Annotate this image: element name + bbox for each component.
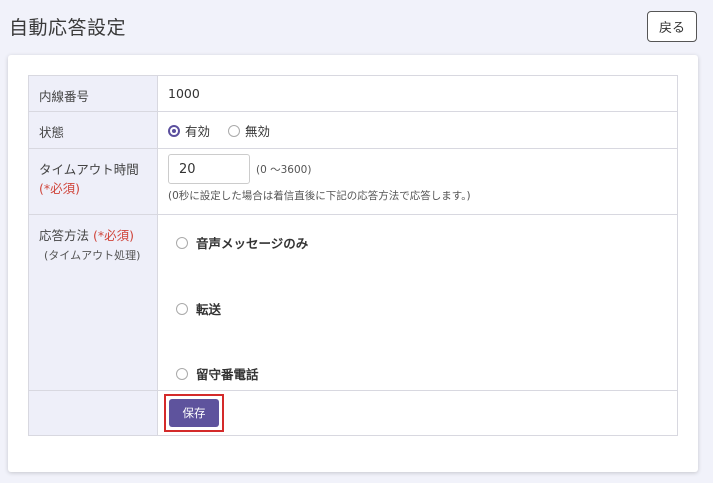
timeout-label: タイムアウト時間 (39, 162, 139, 177)
status-disabled-option[interactable]: 無効 (228, 121, 270, 140)
method-voice-label: 音声メッセージのみ (196, 236, 309, 251)
settings-form: 内線番号 1000 状態 有効 無効 タイムアウト時間 (*必須) 20 (0 … (28, 75, 678, 436)
save-cell: 保存 (157, 390, 678, 436)
save-highlight: 保存 (164, 394, 224, 432)
settings-card: 内線番号 1000 状態 有効 無効 タイムアウト時間 (*必須) 20 (0 … (8, 55, 698, 472)
status-enabled-option[interactable]: 有効 (168, 121, 210, 140)
back-button[interactable]: 戻る (647, 11, 697, 42)
timeout-required-mark: (*必須) (39, 181, 81, 196)
extension-value: 1000 (157, 75, 678, 112)
status-enabled-radio[interactable] (168, 124, 180, 137)
timeout-value-cell: (0 ～3600) (0秒に設定した場合は着信直後に下記の応答方法で応答します。… (157, 148, 678, 215)
method-transfer-label: 転送 (196, 302, 222, 317)
method-label: 応答方法 (39, 228, 90, 243)
status-disabled-radio[interactable] (228, 124, 240, 137)
save-button[interactable]: 保存 (169, 399, 219, 427)
method-options: 音声メッセージのみ 転送 留守番電話 (157, 214, 678, 391)
method-voice-radio[interactable] (176, 236, 188, 249)
timeout-input[interactable] (168, 154, 250, 184)
save-row: 保存 (28, 390, 678, 436)
method-row: 応答方法 (*必須) (タイムアウト処理) 音声メッセージのみ 転送 留守番電話 (28, 214, 678, 391)
timeout-row: タイムアウト時間 (*必須) (0 ～3600) (0秒に設定した場合は着信直後… (28, 148, 678, 215)
method-sub-label: (タイムアウト処理) (44, 249, 141, 262)
method-transfer-radio[interactable] (176, 302, 188, 315)
status-row: 状態 有効 無効 (28, 111, 678, 149)
status-enabled-label: 有効 (185, 124, 211, 139)
timeout-label-cell: タイムアウト時間 (*必須) (28, 148, 158, 215)
method-voicemail-option[interactable]: 留守番電話 (176, 364, 667, 383)
status-options: 有効 無効 (157, 111, 678, 149)
method-voicemail-label: 留守番電話 (196, 367, 259, 382)
status-disabled-label: 無効 (245, 124, 271, 139)
save-row-label (28, 390, 158, 436)
method-label-cell: 応答方法 (*必須) (タイムアウト処理) (28, 214, 158, 391)
extension-row: 内線番号 1000 (28, 75, 678, 112)
extension-label: 内線番号 (28, 75, 158, 112)
method-transfer-option[interactable]: 転送 (176, 299, 667, 318)
timeout-range-hint: (0 ～3600) (256, 163, 312, 176)
method-required-mark: (*必須) (93, 228, 135, 243)
method-voice-option[interactable]: 音声メッセージのみ (176, 233, 667, 252)
status-label: 状態 (28, 111, 158, 149)
timeout-note: (0秒に設定した場合は着信直後に下記の応答方法で応答します。) (168, 190, 471, 202)
page-title: 自動応答設定 (9, 17, 127, 39)
method-voicemail-radio[interactable] (176, 367, 188, 380)
